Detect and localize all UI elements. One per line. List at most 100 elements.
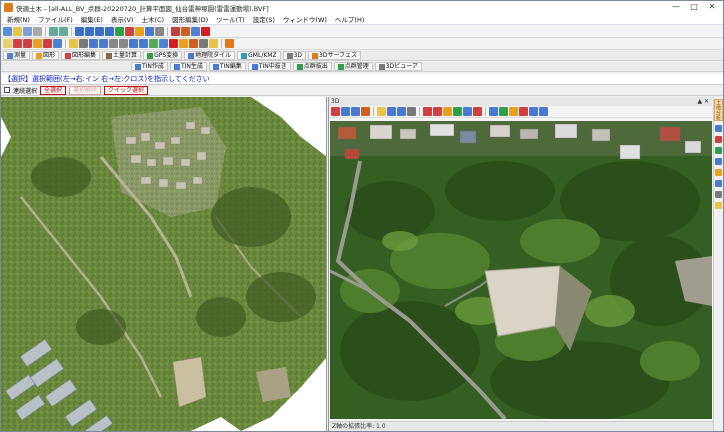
view-top-icon[interactable] xyxy=(387,107,396,116)
profile-icon[interactable] xyxy=(433,107,442,116)
open-icon[interactable] xyxy=(13,27,22,36)
view-front-icon[interactable] xyxy=(397,107,406,116)
menu-help[interactable]: ヘルプ(H) xyxy=(331,14,368,24)
sidebar-tool-icon[interactable] xyxy=(715,169,722,176)
tab-tin-generate[interactable]: TIN生成 xyxy=(169,62,207,71)
pointcloud3d-icon[interactable] xyxy=(499,107,508,116)
sidebar-tool-icon[interactable] xyxy=(715,125,722,132)
sidebar-tool-icon[interactable] xyxy=(715,202,722,209)
sidebar-tool-icon[interactable] xyxy=(715,191,722,198)
save-icon[interactable] xyxy=(23,27,32,36)
tab-gml-kmz[interactable]: GML/KMZ xyxy=(237,51,281,60)
circle-icon[interactable] xyxy=(43,39,52,48)
tab-3d-viewer[interactable]: 3Dビューア xyxy=(374,62,422,71)
tab-pointcloud-extract[interactable]: 点群抜出 xyxy=(292,62,332,71)
menu-civil[interactable]: 土木(C) xyxy=(137,14,168,24)
select-icon[interactable] xyxy=(3,39,12,48)
grid-icon[interactable] xyxy=(135,27,144,36)
scale-icon[interactable] xyxy=(209,39,218,48)
tab-tin-create[interactable]: TIN作成 xyxy=(131,62,168,71)
menu-file[interactable]: ファイル(F) xyxy=(34,14,77,24)
tab-gsi-tile[interactable]: 地理院タイル xyxy=(184,51,236,60)
light-icon[interactable] xyxy=(377,107,386,116)
tab-tin-hollow[interactable]: TIN中抜き xyxy=(247,62,291,71)
land-analysis-tab[interactable]: 土地分析 xyxy=(714,99,723,121)
trim-icon[interactable] xyxy=(129,39,138,48)
zoom-window-icon[interactable] xyxy=(105,27,114,36)
zoom-in-icon[interactable] xyxy=(75,27,84,36)
section-icon[interactable] xyxy=(423,107,432,116)
settings3d-icon[interactable] xyxy=(539,107,548,116)
refresh-icon[interactable] xyxy=(115,27,124,36)
menu-shape-edit[interactable]: 図形編集(D) xyxy=(168,14,212,24)
snap-icon[interactable] xyxy=(181,27,190,36)
tab-gps[interactable]: GPS変換 xyxy=(143,51,183,60)
pen-icon[interactable] xyxy=(171,27,180,36)
menu-edit[interactable]: 編集(E) xyxy=(77,14,107,24)
menu-view[interactable]: 表示(V) xyxy=(107,14,138,24)
mirror-icon[interactable] xyxy=(199,39,208,48)
plan-view[interactable] xyxy=(1,97,327,431)
point-icon[interactable] xyxy=(109,39,118,48)
measure3d-icon[interactable] xyxy=(509,107,518,116)
pan-icon[interactable] xyxy=(145,27,154,36)
move-icon[interactable] xyxy=(179,39,188,48)
3d-view-header-controls[interactable]: ▲ ✕ xyxy=(697,97,709,106)
offset-icon[interactable] xyxy=(119,39,128,48)
menu-tools[interactable]: ツール(T) xyxy=(212,14,249,24)
mesh-icon[interactable] xyxy=(463,107,472,116)
rotate-icon[interactable] xyxy=(189,39,198,48)
tab-earth-volume[interactable]: 土量計算 xyxy=(102,51,142,60)
hatch-icon[interactable] xyxy=(89,39,98,48)
tab-tin-edit[interactable]: TIN編集 xyxy=(208,62,246,71)
zoom-fit-icon[interactable] xyxy=(95,27,104,36)
sidebar-tool-icon[interactable] xyxy=(715,180,722,187)
line-icon[interactable] xyxy=(13,39,22,48)
menu-window[interactable]: ウィンドウ(W) xyxy=(279,14,331,24)
tab-shape-edit[interactable]: 図形編集 xyxy=(61,51,101,60)
arc-icon[interactable] xyxy=(33,39,42,48)
symbol-icon[interactable] xyxy=(99,39,108,48)
properties-icon[interactable] xyxy=(191,27,200,36)
color-icon[interactable] xyxy=(473,107,482,116)
contour-icon[interactable] xyxy=(443,107,452,116)
quick-select-button[interactable]: クイック選択 xyxy=(104,85,149,95)
reset-view-icon[interactable] xyxy=(407,107,416,116)
menu-new[interactable]: 新規(N) xyxy=(3,14,34,24)
menu-settings[interactable]: 設定(S) xyxy=(249,14,279,24)
new-icon[interactable] xyxy=(3,27,12,36)
copy-icon[interactable] xyxy=(159,39,168,48)
check-icon[interactable] xyxy=(149,39,158,48)
delete-icon[interactable] xyxy=(169,39,178,48)
brush-icon[interactable] xyxy=(225,39,234,48)
deselect-button[interactable]: 選択解除 xyxy=(69,85,102,95)
zoom-out-icon[interactable] xyxy=(85,27,94,36)
select-all-button[interactable]: 全選択 xyxy=(40,85,67,95)
marker-icon[interactable] xyxy=(519,107,528,116)
export-icon[interactable] xyxy=(489,107,498,116)
camera-icon[interactable] xyxy=(331,107,340,116)
rotate3d-icon[interactable] xyxy=(341,107,350,116)
pan3d-icon[interactable] xyxy=(361,107,370,116)
extend-icon[interactable] xyxy=(139,39,148,48)
continuous-select-checkbox[interactable] xyxy=(4,87,10,93)
zoom3d-icon[interactable] xyxy=(351,107,360,116)
3d-viewport[interactable] xyxy=(330,121,712,419)
maximize-button[interactable]: □ xyxy=(685,1,703,13)
layers3d-icon[interactable] xyxy=(529,107,538,116)
redo-icon[interactable] xyxy=(59,27,68,36)
dimension-icon[interactable] xyxy=(79,39,88,48)
measure-icon[interactable] xyxy=(155,27,164,36)
undo-icon[interactable] xyxy=(49,27,58,36)
terrain-icon[interactable] xyxy=(453,107,462,116)
tab-shape[interactable]: 図形 xyxy=(32,51,60,60)
sidebar-tool-icon[interactable] xyxy=(715,136,722,143)
layer-icon[interactable] xyxy=(125,27,134,36)
rect-icon[interactable] xyxy=(53,39,62,48)
text-icon[interactable] xyxy=(69,39,78,48)
sidebar-tool-icon[interactable] xyxy=(715,158,722,165)
tab-3d-surface[interactable]: 3Dサーフェス xyxy=(308,51,362,60)
tab-survey[interactable]: 測量 xyxy=(3,51,31,60)
stop-icon[interactable] xyxy=(201,27,210,36)
print-icon[interactable] xyxy=(33,27,42,36)
